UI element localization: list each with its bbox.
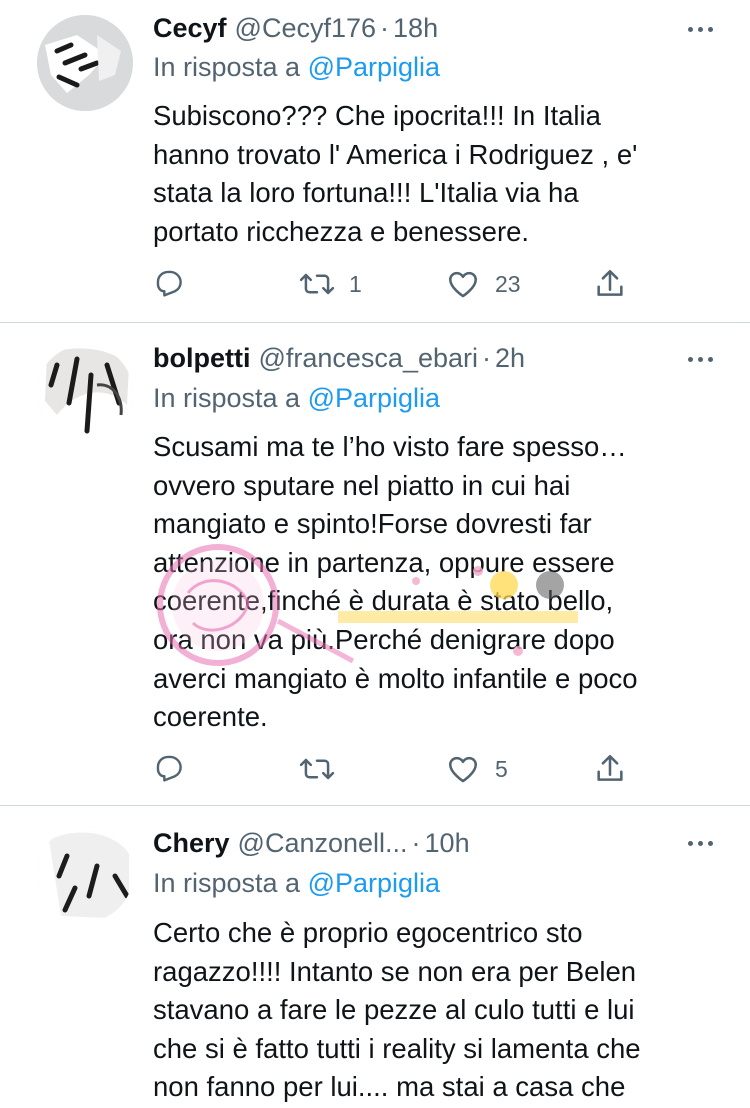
- tweet-header: Cecyf @Cecyf176 · 18h: [153, 11, 690, 45]
- share-button[interactable]: [593, 751, 627, 787]
- tweet-text-line: Scusami ma te l’ho visto fare spesso…: [153, 431, 627, 462]
- reply-mention[interactable]: @Parpiglia: [308, 868, 440, 898]
- reply-prefix: In risposta a: [153, 383, 301, 413]
- tweet-header: bolpetti @francesca_ebari · 2h: [153, 341, 690, 375]
- more-icon[interactable]: [680, 14, 720, 44]
- tweet-text-line: hanno trovato l' America i Rodriguez , e…: [153, 138, 638, 170]
- like-button[interactable]: 23: [445, 266, 521, 302]
- user-handle[interactable]: @Canzonell...: [238, 826, 408, 860]
- retweet-icon: [299, 758, 335, 780]
- tweet-text-line: mangiato e spinto!Forse dovresti far: [153, 508, 592, 540]
- tweet-text-line: ovvero sputare nel piatto in cui hai: [153, 469, 571, 501]
- timestamp[interactable]: 18h: [393, 11, 438, 45]
- tweet-text-line: averci mangiato è molto infantile e poco: [153, 662, 638, 694]
- tweet-text-line: stavano a fare le pezze al culo tutti e …: [153, 994, 635, 1026]
- tweet-header: Chery @Canzonell... · 10h: [153, 826, 690, 860]
- share-button[interactable]: [593, 266, 627, 302]
- tweet-text: Scusami ma te l’ho visto fare spesso… ov…: [153, 428, 723, 737]
- display-name[interactable]: bolpetti: [153, 341, 250, 375]
- tweet-text-line: coerente,finché è durata è stato bello,: [153, 585, 614, 617]
- tweet-text: Subiscono??? Che ipocrita!!! In Italia h…: [153, 97, 723, 251]
- tweet-feed: Cecyf @Cecyf176 · 18h In risposta a @Par…: [0, 0, 750, 1108]
- reply-context: In risposta a @Parpiglia: [153, 50, 440, 84]
- tweet-text: Certo che è proprio egocentrico sto raga…: [153, 914, 723, 1107]
- tweet-text-line: portato ricchezza e benessere.: [153, 215, 530, 247]
- timestamp[interactable]: 2h: [495, 341, 525, 375]
- heart-icon: [448, 271, 478, 298]
- reply-prefix: In risposta a: [153, 868, 301, 898]
- user-handle[interactable]: @Cecyf176: [235, 11, 376, 45]
- share-icon: [597, 754, 623, 781]
- user-handle[interactable]: @francesca_ebari: [258, 341, 478, 375]
- avatar[interactable]: [37, 345, 133, 441]
- separator: ·: [482, 343, 492, 373]
- retweet-count: 1: [349, 270, 362, 297]
- tweet-1[interactable]: Cecyf @Cecyf176 · 18h In risposta a @Par…: [0, 0, 750, 322]
- tweet-text-line: non fanno per lui.... ma stai a casa che: [153, 1071, 626, 1103]
- tweet-text-line: stata la loro fortuna!!! L'Italia via ha: [153, 177, 579, 209]
- separator: ·: [380, 13, 390, 43]
- tweet-text-line: coerente.: [153, 701, 268, 733]
- retweet-button[interactable]: 1: [299, 266, 362, 302]
- reply-context: In risposta a @Parpiglia: [153, 866, 440, 900]
- tweet-actions: 1 23: [153, 266, 633, 302]
- avatar[interactable]: [37, 15, 133, 111]
- tweet-actions: 5: [153, 751, 633, 787]
- share-icon: [597, 269, 623, 296]
- heart-icon: [448, 756, 478, 783]
- separator: ·: [411, 828, 421, 858]
- like-count: 5: [495, 755, 508, 782]
- reply-prefix: In risposta a: [153, 52, 301, 82]
- more-icon[interactable]: [680, 828, 720, 858]
- tweet-text-line: ragazzo!!!! Intanto se non era per Belen: [153, 955, 637, 987]
- tweet-3[interactable]: Chery @Canzonell... · 10h In risposta a …: [0, 806, 750, 1108]
- tweet-text-line: ora non va più.Perché denigrare dopo: [153, 623, 615, 655]
- display-name[interactable]: Chery: [153, 826, 230, 860]
- retweet-button[interactable]: [299, 751, 335, 787]
- timestamp[interactable]: 10h: [425, 826, 470, 860]
- reply-mention[interactable]: @Parpiglia: [308, 52, 440, 82]
- reply-button[interactable]: [153, 266, 187, 302]
- reply-button[interactable]: [153, 751, 187, 787]
- like-count: 23: [495, 270, 521, 297]
- more-icon[interactable]: [680, 344, 720, 374]
- tweet-2[interactable]: bolpetti @francesca_ebari · 2h In rispos…: [0, 323, 750, 805]
- retweet-icon: [299, 273, 335, 295]
- like-button[interactable]: 5: [445, 751, 508, 787]
- tweet-text-line: Certo che è proprio egocentrico sto: [153, 917, 583, 948]
- tweet-text-line: che si è fatto tutti i reality si lament…: [153, 1032, 641, 1064]
- tweet-text-line: Subiscono??? Che ipocrita!!! In Italia: [153, 100, 601, 131]
- reply-icon: [156, 755, 182, 782]
- display-name[interactable]: Cecyf: [153, 11, 227, 45]
- tweet-text-line: attenzione in partenza, oppure essere: [153, 546, 615, 578]
- reply-context: In risposta a @Parpiglia: [153, 381, 440, 415]
- reply-mention[interactable]: @Parpiglia: [308, 383, 440, 413]
- reply-icon: [156, 270, 182, 297]
- avatar[interactable]: [37, 826, 133, 922]
